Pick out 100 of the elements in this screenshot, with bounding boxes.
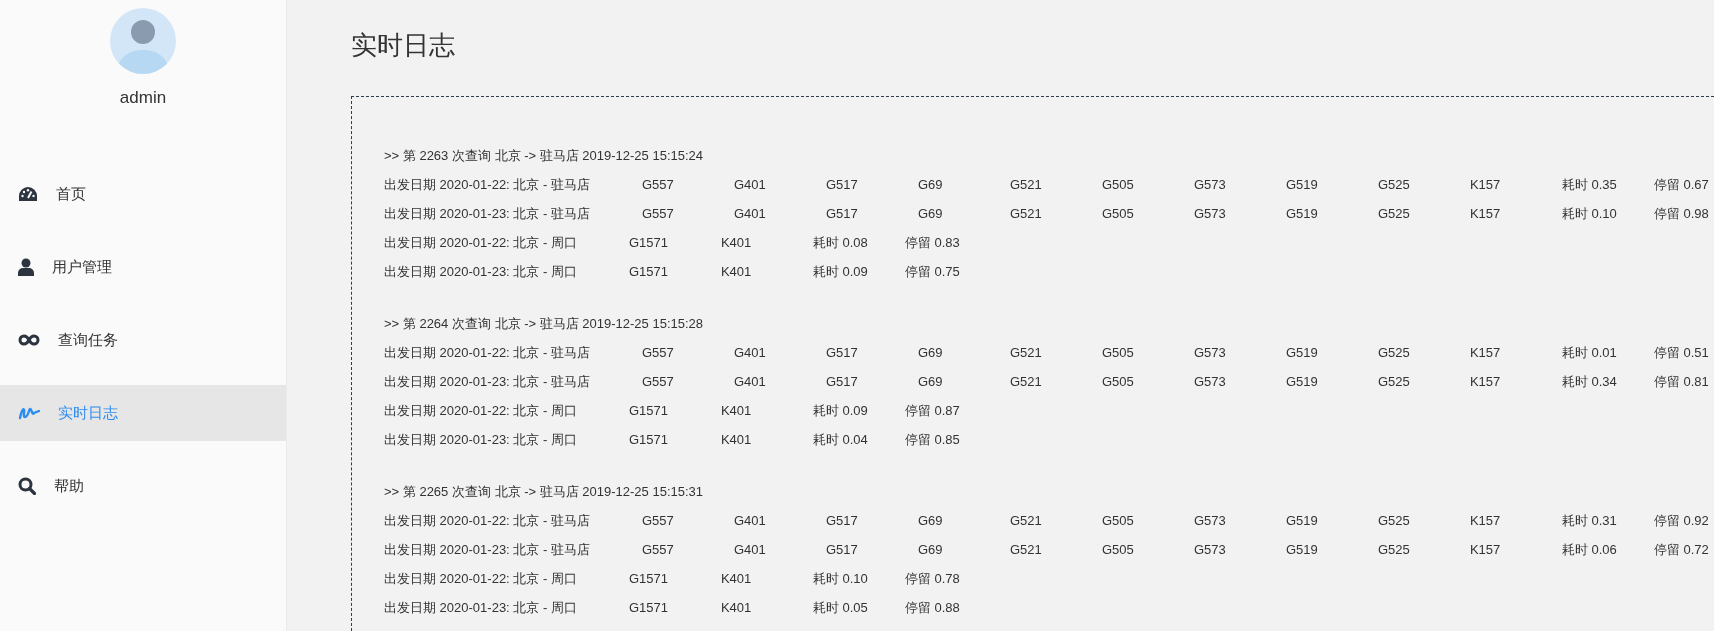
train-number: G69: [917, 374, 944, 389]
train-number: G521: [1009, 177, 1043, 192]
log-duration: 耗时 0.10: [1561, 204, 1618, 223]
log-stay: 停留 0.67: [1653, 175, 1710, 194]
train-number: K157: [1469, 177, 1502, 192]
train-number: K401: [720, 432, 753, 447]
log-stay: 停留 0.92: [1653, 511, 1710, 530]
train-number: G525: [1377, 345, 1411, 360]
train-number: G401: [733, 345, 767, 360]
log-duration: 耗时 0.05: [812, 598, 869, 617]
train-number: G69: [917, 206, 944, 221]
train-number: G505: [1101, 374, 1135, 389]
train-number: G557: [641, 206, 675, 221]
log-duration: 耗时 0.09: [812, 262, 869, 281]
train-number: K401: [720, 600, 753, 615]
log-stay: 停留 0.98: [1653, 204, 1710, 223]
train-number: G557: [641, 542, 675, 557]
train-number: G521: [1009, 374, 1043, 389]
log-stay: 停留 0.75: [904, 262, 961, 281]
train-number: G519: [1285, 206, 1319, 221]
dashboard-icon: [18, 186, 38, 202]
train-number: G1571: [628, 432, 669, 447]
train-number: G517: [825, 542, 859, 557]
train-number: G1571: [628, 264, 669, 279]
infinity-icon: [18, 334, 40, 346]
train-number: G69: [917, 542, 944, 557]
train-number: K157: [1469, 513, 1502, 528]
log-stay: 停留 0.83: [904, 233, 961, 252]
train-number: K401: [720, 403, 753, 418]
train-number: G557: [641, 513, 675, 528]
train-number: G401: [733, 206, 767, 221]
user-name: admin: [119, 88, 167, 108]
train-number: G573: [1193, 206, 1227, 221]
train-number: G525: [1377, 542, 1411, 557]
train-number: G525: [1377, 206, 1411, 221]
train-number: G519: [1285, 542, 1319, 557]
train-number: G69: [917, 513, 944, 528]
train-number: G521: [1009, 513, 1043, 528]
log-route: 出发日期 2020-01-23: 北京 - 周口: [384, 598, 577, 617]
train-number: K157: [1469, 374, 1502, 389]
nav-item[interactable]: 帮助: [0, 458, 286, 514]
log-route: 出发日期 2020-01-23: 北京 - 驻马店: [384, 372, 590, 391]
train-number: G401: [733, 513, 767, 528]
log-stay: 停留 0.81: [1653, 372, 1710, 391]
log-stay: 停留 0.78: [904, 569, 961, 588]
train-number: G505: [1101, 345, 1135, 360]
search-icon: [18, 477, 36, 495]
train-number: K401: [720, 264, 753, 279]
train-number: G505: [1101, 513, 1135, 528]
train-number: G573: [1193, 177, 1227, 192]
train-number: G1571: [628, 600, 669, 615]
log-duration: 耗时 0.08: [812, 233, 869, 252]
log-route: 出发日期 2020-01-22: 北京 - 驻马店: [384, 511, 590, 530]
train-number: G401: [733, 542, 767, 557]
train-number: G401: [733, 374, 767, 389]
nav-item[interactable]: 查询任务: [0, 312, 286, 368]
train-number: K401: [720, 235, 753, 250]
log-header: >> 第 2265 次查询 北京 -> 驻马店 2019-12-25 15:15:31: [384, 482, 705, 501]
nav-item[interactable]: 首页: [0, 166, 286, 222]
log-duration: 耗时 0.10: [812, 569, 869, 588]
log-route: 出发日期 2020-01-22: 北京 - 周口: [384, 401, 577, 420]
train-number: G573: [1193, 345, 1227, 360]
log-stay: 停留 0.72: [1653, 540, 1710, 559]
log-duration: 耗时 0.06: [1561, 540, 1618, 559]
log-duration: 耗时 0.34: [1561, 372, 1618, 391]
log-duration: 耗时 0.09: [812, 401, 869, 420]
log-route: 出发日期 2020-01-23: 北京 - 驻马店: [384, 540, 590, 559]
log-duration: 耗时 0.35: [1561, 175, 1618, 194]
train-number: G521: [1009, 206, 1043, 221]
log-route: 出发日期 2020-01-23: 北京 - 周口: [384, 262, 577, 281]
train-number: G519: [1285, 374, 1319, 389]
nav-item[interactable]: 用户管理: [0, 239, 286, 295]
train-number: G573: [1193, 542, 1227, 557]
log-route: 出发日期 2020-01-22: 北京 - 驻马店: [384, 175, 590, 194]
train-number: G573: [1193, 374, 1227, 389]
log-duration: 耗时 0.04: [812, 430, 869, 449]
log-route: 出发日期 2020-01-22: 北京 - 驻马店: [384, 343, 590, 362]
train-number: K401: [720, 571, 753, 586]
log-stay: 停留 0.85: [904, 430, 961, 449]
train-number: G521: [1009, 542, 1043, 557]
log-header: >> 第 2264 次查询 北京 -> 驻马店 2019-12-25 15:15:28: [384, 314, 705, 333]
train-number: G557: [641, 374, 675, 389]
log-duration: 耗时 0.01: [1561, 343, 1618, 362]
log-route: 出发日期 2020-01-22: 北京 - 周口: [384, 569, 577, 588]
train-number: G519: [1285, 177, 1319, 192]
train-number: G505: [1101, 206, 1135, 221]
log-header: >> 第 2263 次查询 北京 -> 驻马店 2019-12-25 15:15:24: [384, 146, 705, 165]
train-number: G401: [733, 177, 767, 192]
train-number: G517: [825, 345, 859, 360]
log-route: 出发日期 2020-01-23: 北京 - 周口: [384, 430, 577, 449]
train-number: G519: [1285, 345, 1319, 360]
log-duration: 耗时 0.31: [1561, 511, 1618, 530]
page-title: 实时日志: [351, 29, 456, 62]
train-number: G517: [825, 206, 859, 221]
train-number: G525: [1377, 513, 1411, 528]
train-number: G1571: [628, 403, 669, 418]
user-icon: [18, 258, 34, 276]
log-stay: 停留 0.87: [904, 401, 961, 420]
train-number: G69: [917, 345, 944, 360]
train-number: G525: [1377, 177, 1411, 192]
